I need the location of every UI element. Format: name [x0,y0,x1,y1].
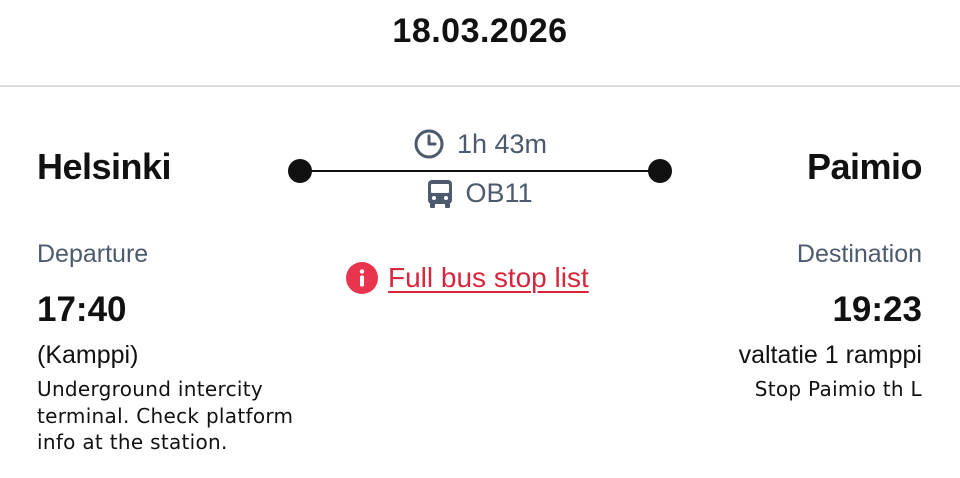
arrival-time: 19:23 [832,290,922,329]
origin-city: Helsinki [37,146,172,187]
clock-icon [414,129,444,159]
destination-label: Destination [796,240,922,268]
origin-stop-name: (Kamppi) [37,341,139,369]
line-number: OB11 [465,178,533,208]
travel-date: 18.03.2026 [392,12,568,50]
origin-stop-info: Underground intercity terminal. Check pl… [37,377,294,454]
bus-icon [428,179,453,208]
departure-label: Departure [37,240,149,268]
origin-dot [288,159,312,183]
header-divider [0,85,960,87]
full-stop-list-text[interactable]: Full bus stop list [388,262,589,294]
bus-line: OB11 [380,178,580,209]
duration-text: 1h 43m [456,128,548,159]
destination-stop-name: valtatie 1 ramppi [738,341,922,369]
destination-dot [648,159,672,183]
destination-stop-info: Stop Paimio th L [754,377,922,401]
full-stop-list-link[interactable]: Full bus stop list [346,262,589,294]
trip-duration: 1h 43m [380,128,580,160]
destination-city: Paimio [806,146,923,187]
info-icon [346,262,378,294]
departure-time: 17:40 [37,290,127,329]
route-line [300,170,660,172]
